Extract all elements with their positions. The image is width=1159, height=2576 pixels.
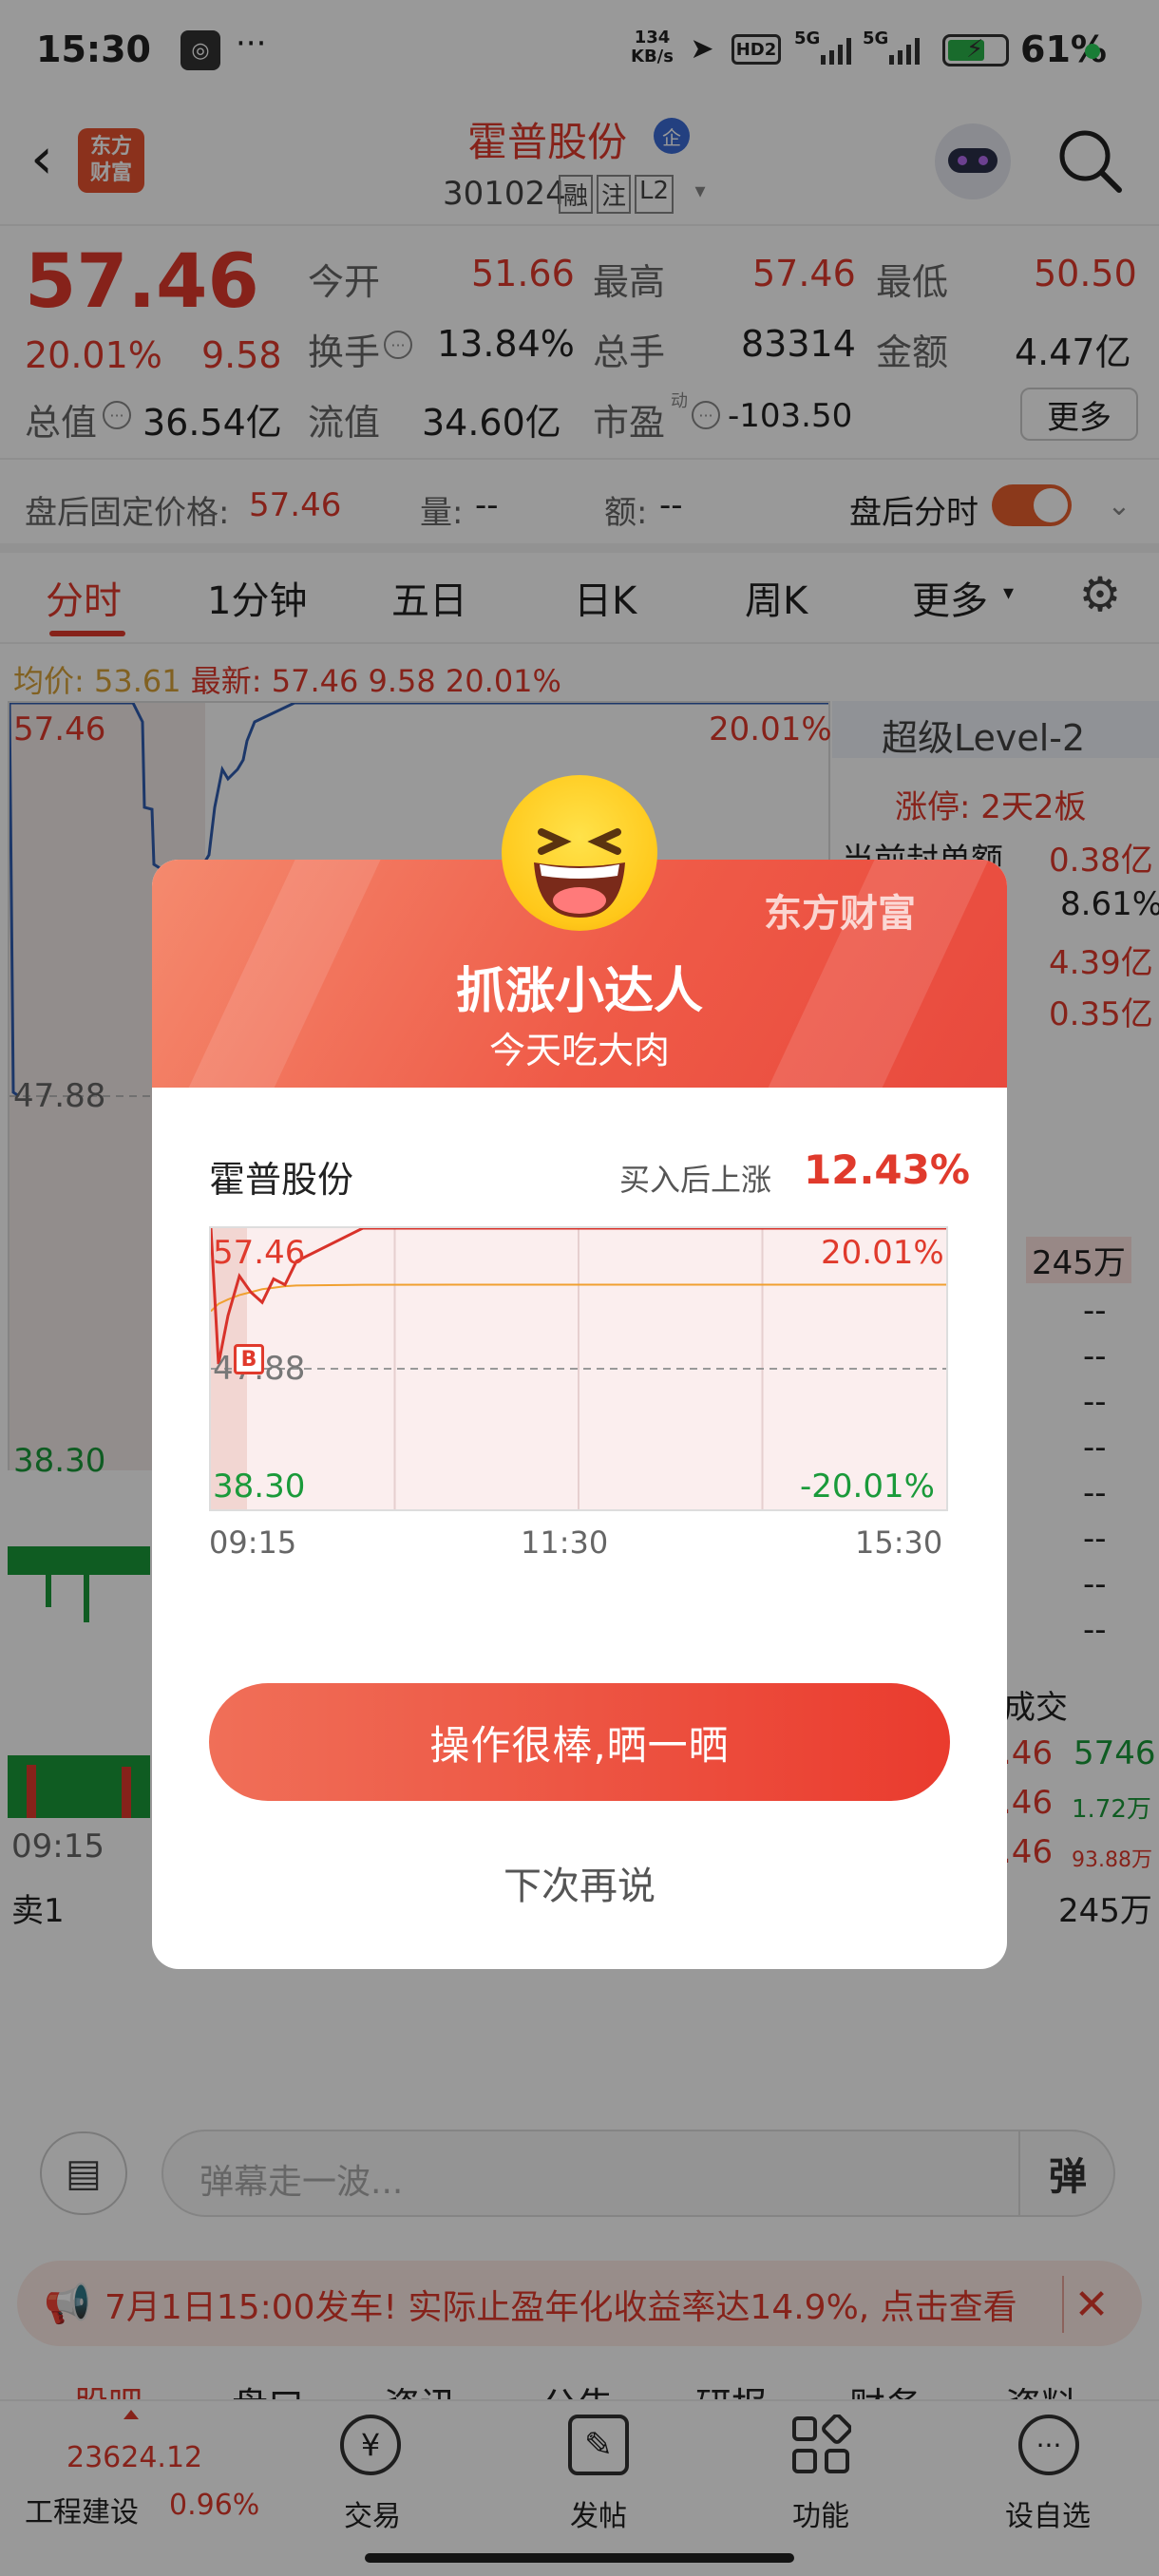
screen: 15:30 ◎ ··· 134 KB/s ➤ HD2 5G 5G ⚡ 61% ‹… (0, 0, 1159, 2576)
modal-pct-top: 20.01% (821, 1234, 944, 1272)
modal-chart-top: 57.46 (213, 1234, 306, 1272)
gain-label: 买入后上涨 (619, 1162, 772, 1198)
buy-marker-icon: B (234, 1344, 264, 1374)
achievement-modal: 东方财富 抓涨小达人 今天吃大肉 霍普股份 买入后上涨 12.43% 57.46… (152, 860, 1007, 1969)
modal-chart: 57.46 47.88 38.30 20.01% -20.01% B (209, 1226, 948, 1511)
modal-pct-bottom: -20.01% (800, 1468, 935, 1506)
modal-time-end: 15:30 (855, 1525, 943, 1561)
modal-title: 抓涨小达人 (455, 963, 703, 1020)
share-button[interactable]: 操作很棒,晒一晒 (209, 1683, 950, 1801)
modal-subtitle: 今天吃大肉 (488, 1030, 670, 1071)
gain-value: 12.43% (804, 1146, 970, 1193)
brand-watermark: 东方财富 (764, 892, 916, 936)
modal-chart-bottom: 38.30 (213, 1468, 306, 1506)
laughing-emoji-icon (502, 775, 657, 931)
modal-time-mid: 11:30 (521, 1525, 609, 1561)
later-button[interactable]: 下次再说 (152, 1855, 1007, 1910)
modal-stock-name: 霍普股份 (209, 1159, 354, 1201)
modal-time-start: 09:15 (209, 1525, 297, 1561)
